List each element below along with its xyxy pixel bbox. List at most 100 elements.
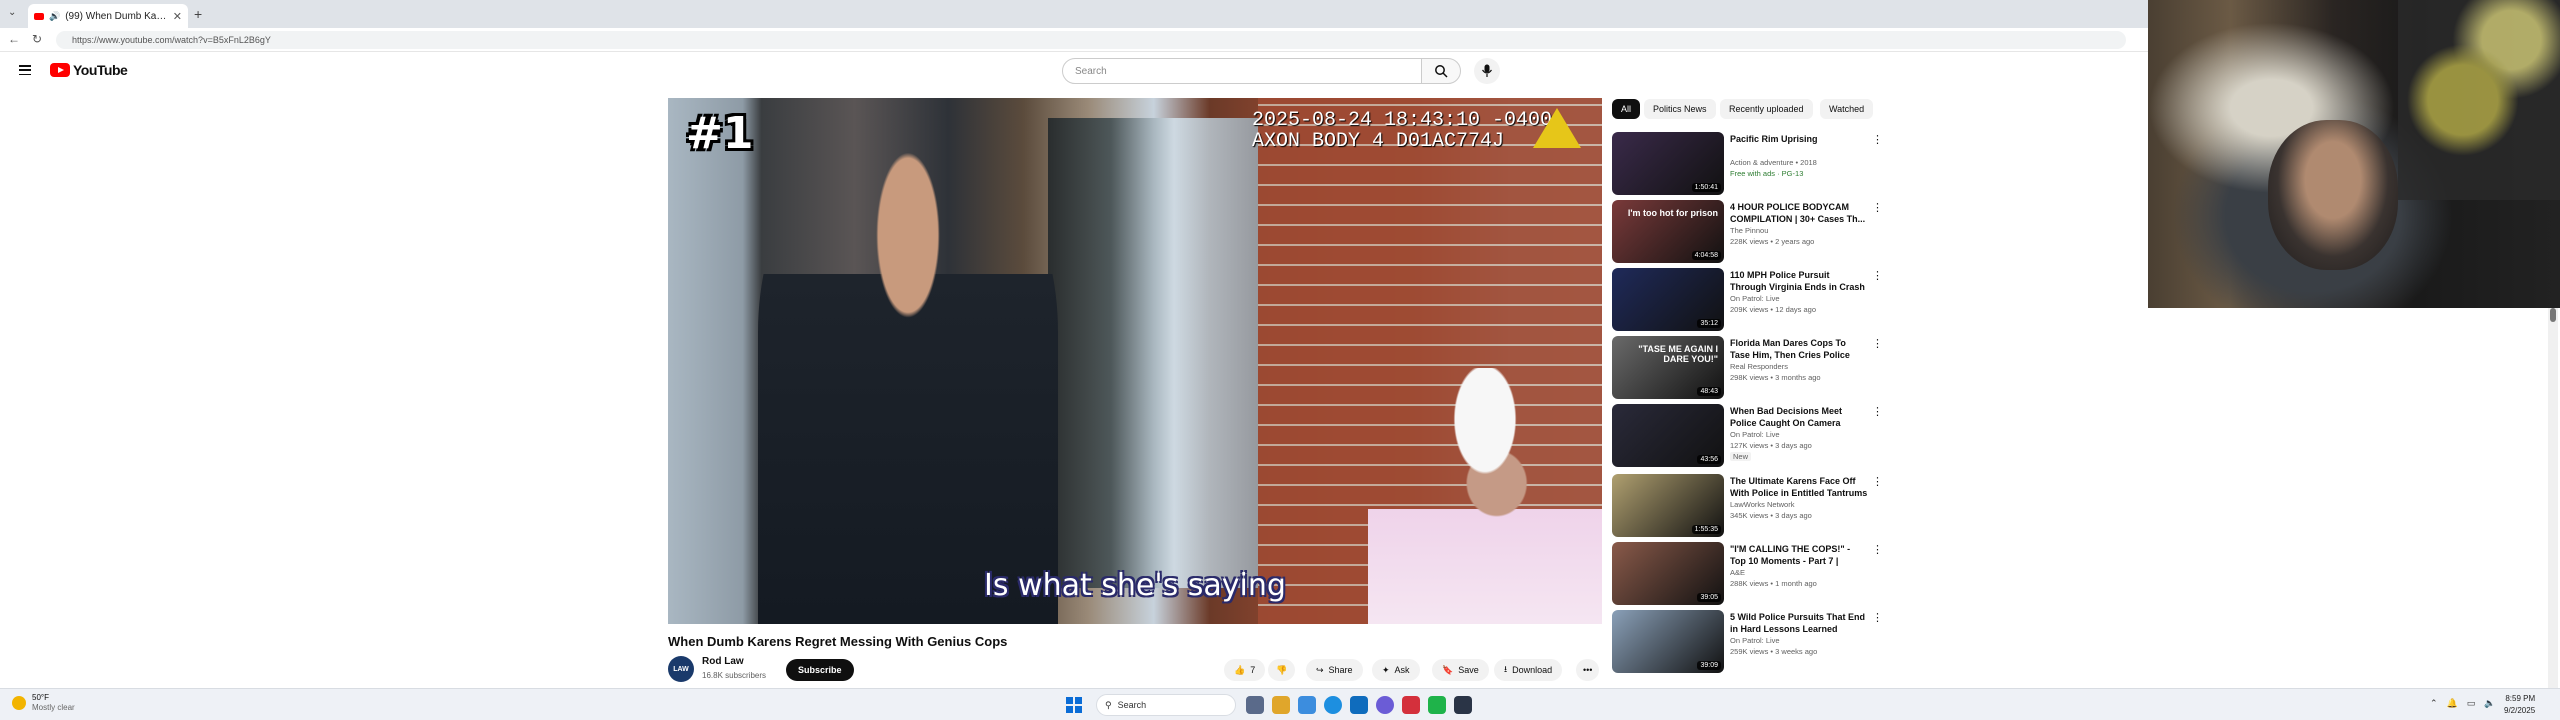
recommendation-item[interactable]: 1:55:35 The Ultimate Karens Face Off With… [1612,474,1883,538]
youtube-wordmark: YouTube [73,62,128,78]
recommendation-title[interactable]: The Ultimate Karens Face Off With Police… [1730,475,1868,499]
video-player[interactable]: #1 2025-08-24 18:43:10 -0400 AXON BODY 4… [668,98,1602,624]
recommendation-thumbnail[interactable]: 1:55:35 [1612,474,1724,537]
recommendation-title[interactable]: 4 HOUR POLICE BODYCAM COMPILATION | 30+ … [1730,201,1868,225]
weather-condition: Mostly clear [32,703,75,712]
voice-search-button[interactable] [1474,58,1500,84]
download-button[interactable]: ⭳ Download [1494,659,1563,681]
ask-button[interactable]: ✦ Ask [1372,659,1420,681]
chip-watched[interactable]: Watched [1820,99,1874,119]
recommendation-thumbnail[interactable]: 35:12 [1612,268,1724,331]
save-button[interactable]: 🔖 Save [1432,659,1489,681]
back-icon[interactable]: ← [8,32,20,46]
recommendation-thumbnail[interactable]: 1:50:41 [1612,132,1724,195]
video-duration-badge: 1:50:41 [1691,183,1721,192]
teams-icon[interactable] [1376,696,1394,714]
recommendation-title[interactable]: Pacific Rim Uprising [1730,133,1868,145]
recommendation-channel[interactable]: On Patrol: Live [1730,636,1780,645]
recommendation-thumbnail[interactable]: "TASE ME AGAIN I DARE YOU!" 48:43 [1612,336,1724,399]
recommendation-thumbnail[interactable]: 43:56 [1612,404,1724,467]
subscribe-button[interactable]: Subscribe [786,659,854,681]
audio-playing-icon[interactable]: 🔊 [49,11,60,22]
more-actions-button[interactable]: ••• [1576,659,1600,681]
recommendation-thumbnail[interactable]: I'm too hot for prison 4:04:58 [1612,200,1724,263]
channel-name[interactable]: Rod Law [702,656,744,667]
reload-icon[interactable]: ↻ [32,32,42,46]
weather-icon [12,696,26,710]
more-vertical-icon[interactable]: ⋮ [1872,201,1883,214]
ask-label: Ask [1394,665,1410,675]
edge-browser-icon[interactable] [1324,696,1342,714]
steam-icon[interactable] [1454,696,1472,714]
recommendation-meta: 288K views • 1 month ago [1730,579,1817,588]
more-vertical-icon[interactable]: ⋮ [1872,269,1883,282]
recommendation-item[interactable]: 39:05 "I'M CALLING THE COPS!" - Top 10 Mo… [1612,542,1883,606]
recommendation-title[interactable]: 5 Wild Police Pursuits That End in Hard … [1730,611,1868,635]
tab-close-icon[interactable]: ✕ [173,10,182,23]
recommendation-title[interactable]: When Bad Decisions Meet Police Caught On… [1730,405,1868,429]
system-clock[interactable]: 8:59 PM 9/2/2025 [2504,693,2535,717]
store-icon[interactable] [1350,696,1368,714]
dislike-button[interactable]: 👎 [1268,659,1296,681]
recommendation-channel[interactable]: LawWorks Network [1730,500,1794,509]
search-button[interactable] [1421,58,1461,84]
share-icon: ↪ [1316,664,1324,675]
network-icon[interactable]: ▭ [2467,698,2476,709]
notification-bell-icon[interactable]: 🔔 [2447,698,2458,709]
tab-search-icon[interactable]: ⌄ [8,7,16,18]
webcam-background-art [2398,0,2560,200]
recommendation-channel[interactable]: On Patrol: Live [1730,294,1780,303]
tray-overflow-chevron-icon[interactable]: ⌃ [2430,698,2438,709]
scrollbar-thumb[interactable] [2550,308,2556,322]
recommendation-item[interactable]: 43:56 When Bad Decisions Meet Police Caug… [1612,404,1883,468]
recommendation-item[interactable]: "TASE ME AGAIN I DARE YOU!" 48:43 Florida … [1612,336,1883,400]
mail-icon[interactable] [1298,696,1316,714]
more-vertical-icon[interactable]: ⋮ [1872,475,1883,488]
file-explorer-icon[interactable] [1272,696,1290,714]
recommendation-channel[interactable]: Action & adventure • 2018 [1730,158,1817,167]
search-input[interactable]: Search [1062,58,1422,84]
page-scrollbar[interactable] [2548,308,2558,688]
recommendation-channel[interactable]: Real Responders [1730,362,1788,371]
download-label: Download [1512,665,1553,675]
recommendation-item[interactable]: 1:50:41 Pacific Rim Uprising Action & adve… [1612,132,1883,196]
more-vertical-icon[interactable]: ⋮ [1872,543,1883,556]
recommendation-title[interactable]: "I'M CALLING THE COPS!" - Top 10 Moments… [1730,543,1868,567]
more-vertical-icon[interactable]: ⋮ [1872,337,1883,350]
task-view-icon[interactable] [1246,696,1264,714]
browser-tab-active[interactable]: 🔊 (99) When Dumb Karens Re ✕ [28,4,188,28]
video-title: When Dumb Karens Regret Messing With Gen… [668,634,1008,649]
webcam-overlay [2148,0,2560,308]
recommendation-channel[interactable]: A&E [1730,568,1745,577]
recommendation-thumbnail[interactable]: 39:05 [1612,542,1724,605]
taskbar-search-box[interactable]: ⚲ Search [1096,694,1236,716]
recommendation-channel[interactable]: On Patrol: Live [1730,430,1780,439]
more-vertical-icon[interactable]: ⋮ [1872,133,1883,146]
recommendation-item[interactable]: 35:12 110 MPH Police Pursuit Through Virg… [1612,268,1883,332]
recommendation-channel[interactable]: The Pinnou [1730,226,1768,235]
chrome-browser-icon[interactable] [1402,696,1420,714]
more-vertical-icon[interactable]: ⋮ [1872,611,1883,624]
bodycam-timestamp-line2: AXON BODY 4 D01AC774J [1252,130,1505,153]
video-duration-badge: 43:56 [1697,455,1721,464]
recommendation-item[interactable]: I'm too hot for prison 4:04:58 4 HOUR POLI… [1612,200,1883,264]
chip-recently-uploaded[interactable]: Recently uploaded [1720,99,1813,119]
more-vertical-icon[interactable]: ⋮ [1872,405,1883,418]
volume-icon[interactable]: 🔈 [2484,698,2495,709]
chip-all[interactable]: All [1612,99,1641,119]
recommendation-title[interactable]: 110 MPH Police Pursuit Through Virginia … [1730,269,1868,293]
start-button-icon[interactable] [1066,697,1082,713]
new-tab-button[interactable]: + [194,6,202,22]
youtube-logo[interactable]: YouTube [50,62,128,78]
spotify-icon[interactable] [1428,696,1446,714]
recommendation-title[interactable]: Florida Man Dares Cops To Tase Him, Then… [1730,337,1868,361]
channel-avatar[interactable]: LAW [668,656,694,682]
share-button[interactable]: ↪ Share [1306,659,1363,681]
like-button[interactable]: 👍 7 [1224,659,1266,681]
weather-widget[interactable]: 50°F Mostly clear [12,693,75,713]
url-field[interactable]: https://www.youtube.com/watch?v=B5xFnL2B… [56,31,2126,49]
hamburger-menu-icon[interactable] [19,65,31,75]
recommendation-item[interactable]: 39:09 5 Wild Police Pursuits That End in … [1612,610,1883,674]
recommendation-thumbnail[interactable]: 39:09 [1612,610,1724,673]
chip-politics-news[interactable]: Politics News [1644,99,1716,119]
